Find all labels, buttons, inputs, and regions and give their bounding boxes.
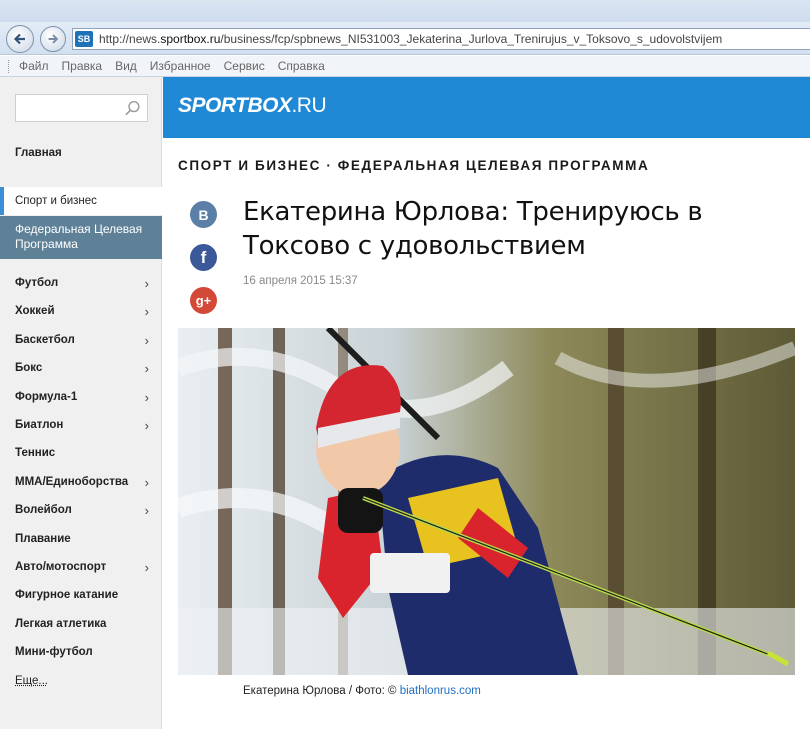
sidebar-item-label: Плавание bbox=[15, 533, 71, 545]
sidebar-item-boxing[interactable]: Бокс › bbox=[15, 361, 155, 376]
address-bar[interactable]: SB http://news.sportbox.ru/business/fcp/… bbox=[72, 28, 810, 50]
vk-share-button[interactable]: В bbox=[190, 201, 217, 228]
sidebar-item-sport-business[interactable]: Спорт и бизнес bbox=[0, 187, 162, 215]
menu-edit[interactable]: Правка bbox=[62, 59, 103, 73]
facebook-icon: f bbox=[200, 247, 207, 267]
arrow-left-icon bbox=[13, 33, 25, 45]
sidebar-item-label: Теннис bbox=[15, 447, 56, 459]
url-field[interactable]: http://news.sportbox.ru/business/fcp/spb… bbox=[99, 32, 722, 46]
logo-suffix: .RU bbox=[291, 94, 327, 117]
menu-view[interactable]: Вид bbox=[115, 59, 137, 73]
site-header: SPORTBOX.RU bbox=[163, 77, 810, 138]
back-button[interactable] bbox=[6, 25, 34, 53]
sidebar-item-label: Формула-1 bbox=[15, 391, 78, 403]
sidebar: Главная Спорт и бизнес Федеральная Целев… bbox=[0, 77, 162, 729]
sidebar-item-basketball[interactable]: Баскетбол › bbox=[15, 333, 155, 348]
caption-source-link[interactable]: biathlonrus.com bbox=[400, 685, 481, 697]
forward-button[interactable] bbox=[40, 26, 66, 52]
window-titlebar bbox=[0, 0, 810, 22]
chevron-right-icon: › bbox=[144, 418, 149, 433]
site-logo[interactable]: SPORTBOX.RU bbox=[178, 94, 327, 118]
search-icon[interactable] bbox=[124, 100, 141, 117]
sidebar-item-label: Авто/мотоспорт bbox=[15, 561, 107, 573]
google-plus-share-button[interactable]: g+ bbox=[190, 287, 217, 314]
sidebar-item-label: Баскетбол bbox=[15, 334, 75, 346]
chevron-right-icon: › bbox=[144, 361, 149, 376]
search-input[interactable] bbox=[15, 94, 148, 122]
sidebar-item-label: Фигурное катание bbox=[15, 589, 119, 601]
sidebar-item-swimming[interactable]: Плавание bbox=[15, 533, 155, 545]
chevron-right-icon: › bbox=[144, 503, 149, 518]
sidebar-item-home[interactable]: Главная bbox=[15, 147, 62, 159]
sidebar-subitem-fcp[interactable]: Федеральная Целевая Программа bbox=[0, 216, 162, 259]
sidebar-item-label: Легкая атлетика bbox=[15, 618, 107, 630]
menu-tools[interactable]: Сервис bbox=[224, 59, 265, 73]
facebook-share-button[interactable]: f bbox=[190, 244, 217, 271]
chevron-right-icon: › bbox=[144, 276, 149, 291]
chevron-right-icon: › bbox=[144, 304, 149, 319]
sidebar-item-formula1[interactable]: Формула-1 › bbox=[15, 390, 155, 405]
sidebar-item-football[interactable]: Футбол › bbox=[15, 276, 155, 291]
site-favicon: SB bbox=[75, 31, 93, 47]
menu-help[interactable]: Справка bbox=[278, 59, 325, 73]
sidebar-item-figure-skating[interactable]: Фигурное катание bbox=[15, 589, 155, 601]
logo-main: SPORTBOX bbox=[178, 94, 292, 117]
sidebar-item-tennis[interactable]: Теннис bbox=[15, 447, 155, 459]
url-path: /business/fcp/spbnews_NI531003_Jekaterin… bbox=[220, 32, 723, 46]
sidebar-item-futsal[interactable]: Мини-футбол bbox=[15, 646, 155, 658]
google-plus-icon: g+ bbox=[195, 293, 212, 308]
caption-text: Екатерина Юрлова / Фото: © bbox=[243, 685, 400, 697]
sidebar-item-biathlon[interactable]: Биатлон › bbox=[15, 418, 155, 433]
vk-icon: В bbox=[198, 206, 209, 223]
sidebar-item-label: Хоккей bbox=[15, 305, 55, 317]
url-domain: sportbox.ru bbox=[160, 32, 221, 46]
sidebar-more-link[interactable]: Еще... bbox=[15, 675, 48, 687]
chevron-right-icon: › bbox=[144, 333, 149, 348]
sidebar-item-mma[interactable]: MMA/Единоборства › bbox=[15, 475, 155, 490]
sidebar-subitem-label: Федеральная Целевая Программа bbox=[15, 222, 143, 251]
photo-caption: Екатерина Юрлова / Фото: © biathlonrus.c… bbox=[243, 685, 481, 697]
sidebar-item-hockey[interactable]: Хоккей › bbox=[15, 304, 155, 319]
menu-bar: Файл Правка Вид Избранное Сервис Справка bbox=[0, 56, 810, 77]
chevron-right-icon: › bbox=[144, 475, 149, 490]
breadcrumb[interactable]: СПОРТ И БИЗНЕС · ФЕДЕРАЛЬНАЯ ЦЕЛЕВАЯ ПРО… bbox=[178, 158, 649, 173]
sidebar-item-label: Волейбол bbox=[15, 504, 72, 516]
publish-date: 16 апреля 2015 15:37 bbox=[243, 275, 358, 287]
sidebar-item-label: Спорт и бизнес bbox=[15, 195, 97, 207]
menu-file[interactable]: Файл bbox=[19, 59, 49, 73]
url-prefix: http://news. bbox=[99, 32, 161, 46]
chevron-right-icon: › bbox=[144, 560, 149, 575]
sidebar-item-athletics[interactable]: Легкая атлетика bbox=[15, 618, 155, 630]
navigation-bar: SB http://news.sportbox.ru/business/fcp/… bbox=[0, 22, 810, 55]
sidebar-item-label: Футбол bbox=[15, 277, 59, 289]
biathlete-photo-illustration bbox=[178, 328, 795, 675]
arrow-right-icon bbox=[48, 34, 59, 44]
article-title: Екатерина Юрлова: Тренируюсь в Токсово с… bbox=[243, 197, 703, 261]
sidebar-item-label: Бокс bbox=[15, 362, 43, 374]
menubar-grip bbox=[8, 59, 11, 73]
menu-favorites[interactable]: Избранное bbox=[150, 59, 211, 73]
sidebar-item-label: Биатлон bbox=[15, 419, 64, 431]
sidebar-item-label: MMA/Единоборства bbox=[15, 476, 129, 488]
sidebar-item-label: Мини-футбол bbox=[15, 646, 93, 658]
chevron-right-icon: › bbox=[144, 390, 149, 405]
sidebar-item-motorsport[interactable]: Авто/мотоспорт › bbox=[15, 560, 155, 575]
sidebar-item-volleyball[interactable]: Волейбол › bbox=[15, 503, 155, 518]
article-photo bbox=[178, 328, 795, 675]
